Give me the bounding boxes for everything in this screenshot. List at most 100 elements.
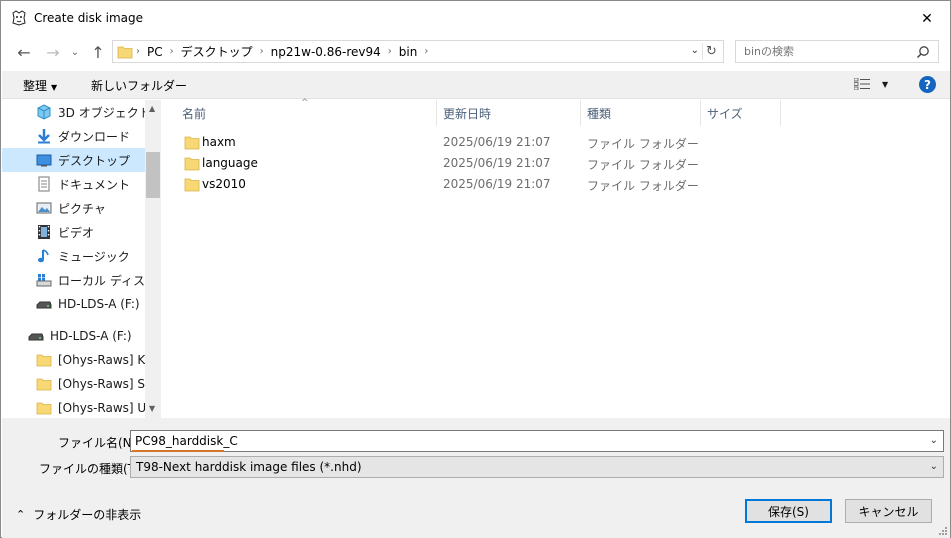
sidebar-item-music[interactable]: ミュージック <box>2 244 145 268</box>
sidebar-item-videos[interactable]: ビデオ <box>2 220 145 244</box>
breadcrumb-desktop[interactable]: デスクトップ <box>177 43 257 60</box>
address-dropdown-icon[interactable]: ⌄ <box>691 45 699 56</box>
breadcrumb-separator[interactable]: › <box>421 46 431 57</box>
column-header-size[interactable]: サイズ <box>707 100 743 126</box>
save-button[interactable]: 保存(S) <box>745 499 832 523</box>
title-bar[interactable]: Create disk image ✕ <box>1 1 950 37</box>
column-divider[interactable] <box>436 100 437 126</box>
scroll-up-icon[interactable]: ▲ <box>149 104 155 113</box>
scroll-thumb[interactable] <box>146 152 160 198</box>
chevron-down-icon: ⌄ <box>70 46 80 58</box>
cancel-button[interactable]: キャンセル <box>845 499 932 523</box>
column-header-name[interactable]: 名前 <box>182 100 206 126</box>
sidebar-item-pictures[interactable]: ピクチャ <box>2 196 145 220</box>
drive-icon <box>28 328 44 344</box>
cancel-button-label: キャンセル <box>858 504 919 519</box>
breadcrumb-separator[interactable]: › <box>257 46 267 57</box>
organize-label: 整理 <box>23 79 48 93</box>
breadcrumb-np21w[interactable]: np21w-0.86-rev94 <box>267 45 385 59</box>
refresh-button[interactable]: ↻ <box>702 43 720 60</box>
column-divider[interactable] <box>700 100 701 126</box>
sidebar-item-hd-lds-a-root[interactable]: HD-LDS-A (F:) <box>2 324 145 348</box>
save-button-label: 保存(S) <box>768 504 809 519</box>
table-row[interactable]: haxm 2025/06/19 21:07 ファイル フォルダー <box>162 132 782 153</box>
search-box[interactable] <box>735 40 939 63</box>
change-view-button[interactable]: ▼ <box>854 78 888 90</box>
sidebar-item-3d-objects[interactable]: 3D オブジェクト <box>2 100 145 124</box>
drive-icon <box>36 296 52 312</box>
file-list[interactable]: ^ 名前 更新日時 種類 サイズ haxm 2025/06/19 21:07 フ… <box>162 98 950 418</box>
sidebar-item-label: ビデオ <box>58 225 95 240</box>
dialog-footer: ファイル名(N): ⌄ ファイルの種類(T): T98-Next harddis… <box>2 418 950 538</box>
file-modified: 2025/06/19 21:07 <box>443 177 551 191</box>
column-header-label: 名前 <box>182 106 207 121</box>
recent-locations-button[interactable]: ⌄ <box>64 41 86 63</box>
caret-down-icon: ▼ <box>51 83 58 92</box>
table-row[interactable]: language 2025/06/19 21:07 ファイル フォルダー <box>162 153 782 174</box>
breadcrumb-separator[interactable]: › <box>385 46 395 57</box>
chevron-down-icon: ⌄ <box>929 461 938 472</box>
sidebar-item-local-disk-c[interactable]: ローカル ディスク (C <box>2 268 145 292</box>
new-folder-label: 新しいフォルダー <box>91 79 188 93</box>
navigation-pane[interactable]: 3D オブジェクト ダウンロード デスクトップ ドキュメント ピクチャ ビデオ … <box>2 100 161 418</box>
column-header-label: 種類 <box>587 106 612 121</box>
sidebar-item-downloads[interactable]: ダウンロード <box>2 124 145 148</box>
hide-folders-label: フォルダーの非表示 <box>33 508 142 522</box>
new-folder-button[interactable]: 新しいフォルダー <box>91 77 187 94</box>
address-bar[interactable]: › PC › デスクトップ › np21w-0.86-rev94 › bin ›… <box>112 40 724 63</box>
file-name: language <box>202 156 258 170</box>
column-header-label: サイズ <box>707 106 743 121</box>
cube-3d-icon <box>36 104 52 120</box>
scroll-down-icon[interactable]: ▼ <box>149 404 155 413</box>
chevron-down-icon[interactable]: ⌄ <box>930 435 938 446</box>
help-button[interactable]: ? <box>919 76 936 93</box>
up-button[interactable]: ↑ <box>87 41 109 63</box>
column-header-modified[interactable]: 更新日時 <box>443 100 491 126</box>
sidebar-item-folder[interactable]: [Ohys-Raws] Shi <box>2 372 145 396</box>
close-button[interactable]: ✕ <box>904 1 950 37</box>
filetype-select[interactable]: T98-Next harddisk image files (*.nhd) ⌄ <box>130 456 944 478</box>
filename-field[interactable] <box>135 432 915 450</box>
breadcrumb-pc[interactable]: PC <box>143 45 167 59</box>
sidebar-item-folder[interactable]: [Ohys-Raws] Ker <box>2 348 145 372</box>
sidebar-item-label: ドキュメント <box>58 177 131 192</box>
column-divider[interactable] <box>580 100 581 126</box>
local-disk-icon <box>36 272 52 288</box>
filename-label: ファイル名(N): <box>58 436 141 450</box>
file-name: vs2010 <box>202 177 246 191</box>
sidebar-item-label: ローカル ディスク (C <box>58 273 145 288</box>
pictures-icon <box>36 200 52 216</box>
download-icon <box>36 128 52 144</box>
filetype-value: T98-Next harddisk image files (*.nhd) <box>136 460 362 474</box>
breadcrumb-bin[interactable]: bin <box>395 45 422 59</box>
sidebar-item-label: [Ohys-Raws] Ucl <box>58 401 145 415</box>
search-input[interactable] <box>744 41 914 62</box>
filename-combobox[interactable]: ⌄ <box>130 430 944 452</box>
sidebar-item-desktop[interactable]: デスクトップ <box>2 148 145 172</box>
folder-icon <box>36 352 52 368</box>
music-icon <box>36 248 52 264</box>
column-header-type[interactable]: 種類 <box>587 100 611 126</box>
help-icon: ? <box>924 77 931 92</box>
sort-ascending-icon: ^ <box>301 98 309 108</box>
forward-button[interactable]: → <box>42 41 64 63</box>
breadcrumb-separator[interactable]: › <box>167 46 177 57</box>
video-icon <box>36 224 52 240</box>
sidebar-item-label: ダウンロード <box>58 129 131 144</box>
column-divider[interactable] <box>780 100 781 126</box>
back-button[interactable]: ← <box>13 41 35 63</box>
file-type: ファイル フォルダー <box>587 158 699 172</box>
close-icon: ✕ <box>921 11 933 27</box>
hide-folders-toggle[interactable]: ⌃ フォルダーの非表示 <box>16 506 141 523</box>
table-row[interactable]: vs2010 2025/06/19 21:07 ファイル フォルダー <box>162 174 782 195</box>
folder-icon <box>117 46 133 58</box>
sidebar-item-label: デスクトップ <box>58 153 131 168</box>
sidebar-scrollbar[interactable]: ▲ ▼ <box>145 100 161 418</box>
sidebar-item-documents[interactable]: ドキュメント <box>2 172 145 196</box>
sidebar-item-label: ミュージック <box>58 249 130 264</box>
resize-grip-icon[interactable] <box>938 526 948 536</box>
file-name: haxm <box>202 135 236 149</box>
sidebar-item-folder[interactable]: [Ohys-Raws] Ucl <box>2 396 145 418</box>
sidebar-item-hd-lds-a[interactable]: HD-LDS-A (F:) <box>2 292 145 316</box>
organize-button[interactable]: 整理 ▼ <box>23 77 57 94</box>
